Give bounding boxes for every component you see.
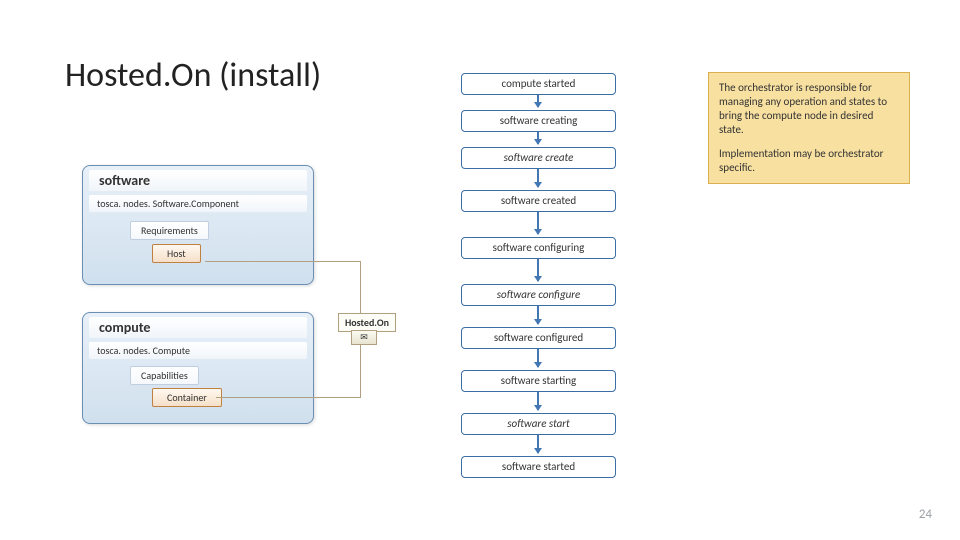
software-node-type: tosca. nodes. Software.Component (89, 195, 307, 212)
software-node-header: software (89, 170, 307, 191)
arrow-icon (537, 259, 539, 281)
arrow-icon (537, 306, 539, 324)
connector-line (360, 261, 361, 313)
arrow-icon (537, 95, 539, 107)
page-number: 24 (919, 507, 932, 522)
flow-compute-started: compute started (461, 73, 616, 95)
flow-software-configured: software configured (461, 327, 616, 349)
flow-software-start: software start (461, 413, 616, 435)
capabilities-label: Capabilities (130, 366, 199, 385)
flow-software-created: software created (461, 190, 616, 212)
note-para-2: Implementation may be orchestrator speci… (719, 147, 899, 175)
compute-node-type: tosca. nodes. Compute (89, 342, 307, 359)
connector-line (216, 397, 361, 398)
host-label: Host (152, 244, 201, 263)
flow-software-starting: software starting (461, 370, 616, 392)
flow-software-creating: software creating (461, 110, 616, 132)
arrow-icon (537, 132, 539, 144)
arrow-icon (537, 212, 539, 234)
compute-node-header: compute (89, 317, 307, 338)
flow-software-create: software create (461, 147, 616, 169)
flow-software-started: software started (461, 456, 616, 478)
requirements-label: Requirements (130, 221, 209, 240)
arrow-icon (537, 435, 539, 453)
connector-line (360, 345, 361, 397)
page-title: Hosted.On (install) (65, 55, 321, 96)
flow-software-configuring: software configuring (461, 237, 616, 259)
connector-line (205, 261, 360, 262)
arrow-icon (537, 392, 539, 410)
hostedon-icon: ✉ (351, 330, 377, 345)
arrow-icon (537, 169, 539, 187)
container-label: Container (152, 388, 222, 407)
orchestrator-note: The orchestrator is responsible for mana… (708, 72, 910, 184)
arrow-icon (537, 349, 539, 367)
note-para-1: The orchestrator is responsible for mana… (719, 81, 899, 137)
flow-software-configure: software configure (461, 284, 616, 306)
